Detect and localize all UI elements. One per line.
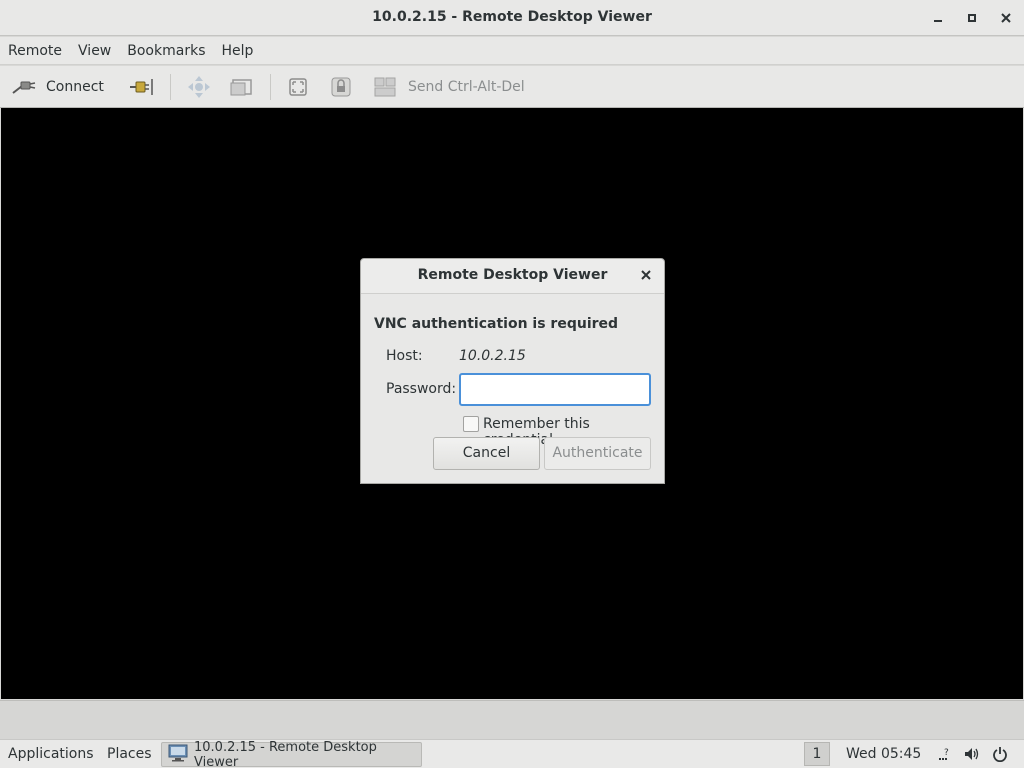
auth-heading: VNC authentication is required: [374, 316, 619, 332]
toolbar-separator: [270, 74, 271, 100]
menu-bookmarks[interactable]: Bookmarks: [119, 37, 213, 65]
screenshot-button[interactable]: [228, 72, 254, 102]
toolbar-separator: [170, 74, 171, 100]
close-icon[interactable]: [996, 8, 1016, 28]
keyboard-lock-button[interactable]: [328, 72, 354, 102]
fullscreen-icon: [285, 74, 311, 100]
workspace-indicator[interactable]: 1: [804, 742, 830, 766]
menu-help[interactable]: Help: [213, 37, 261, 65]
places-menu[interactable]: Places: [107, 740, 152, 768]
taskbar-window-label: 10.0.2.15 - Remote Desktop Viewer: [194, 739, 377, 768]
scroll-icon: [186, 74, 212, 100]
host-label: Host:: [386, 348, 423, 364]
window-titlebar[interactable]: 10.0.2.15 - Remote Desktop Viewer: [0, 0, 1024, 36]
power-icon[interactable]: [991, 745, 1009, 763]
network-icon[interactable]: ?: [935, 745, 953, 763]
connect-button[interactable]: Connect: [10, 72, 104, 102]
send-keys-icon: [372, 74, 398, 100]
disconnect-button[interactable]: [128, 72, 154, 102]
keyboard-lock-icon: [328, 74, 354, 100]
dialog-title: Remote Desktop Viewer: [417, 267, 608, 283]
host-value: 10.0.2.15: [459, 348, 526, 364]
window-title: 10.0.2.15 - Remote Desktop Viewer: [372, 9, 652, 25]
menubar: Remote View Bookmarks Help: [0, 37, 1024, 65]
dialog-close-icon[interactable]: [638, 266, 654, 284]
auth-dialog: Remote Desktop Viewer VNC authentication…: [360, 258, 665, 484]
remember-checkbox[interactable]: [463, 416, 479, 432]
disconnect-icon: [128, 74, 154, 100]
screenshot-icon: [228, 74, 254, 100]
scroll-button[interactable]: [186, 72, 212, 102]
menu-view[interactable]: View: [70, 37, 119, 65]
password-field[interactable]: [459, 373, 651, 406]
send-keys-button[interactable]: Send Ctrl-Alt-Del: [372, 72, 525, 102]
password-label: Password:: [386, 381, 457, 397]
volume-icon[interactable]: [962, 745, 980, 763]
send-keys-label: Send Ctrl-Alt-Del: [408, 79, 525, 95]
applications-menu[interactable]: Applications: [8, 740, 94, 768]
authenticate-button[interactable]: Authenticate: [544, 437, 651, 470]
menu-remote[interactable]: Remote: [0, 37, 70, 65]
dialog-header[interactable]: Remote Desktop Viewer: [361, 259, 664, 294]
connect-icon: [10, 74, 36, 100]
fullscreen-button[interactable]: [285, 72, 311, 102]
maximize-icon[interactable]: [962, 8, 982, 28]
connect-label: Connect: [46, 79, 104, 95]
status-strip: [0, 700, 1024, 739]
minimize-icon[interactable]: [928, 8, 948, 28]
taskbar: Applications Places 10.0.2.15 - Remote D…: [0, 739, 1024, 768]
remote-desktop-app-icon: [168, 744, 188, 766]
taskbar-window-button[interactable]: 10.0.2.15 - Remote Desktop Viewer: [161, 739, 422, 768]
toolbar: Connect Send Ctrl-Alt-Del: [0, 66, 1024, 108]
cancel-button[interactable]: Cancel: [433, 437, 540, 470]
svg-text:?: ?: [944, 748, 949, 758]
clock[interactable]: Wed 05:45: [846, 740, 921, 768]
